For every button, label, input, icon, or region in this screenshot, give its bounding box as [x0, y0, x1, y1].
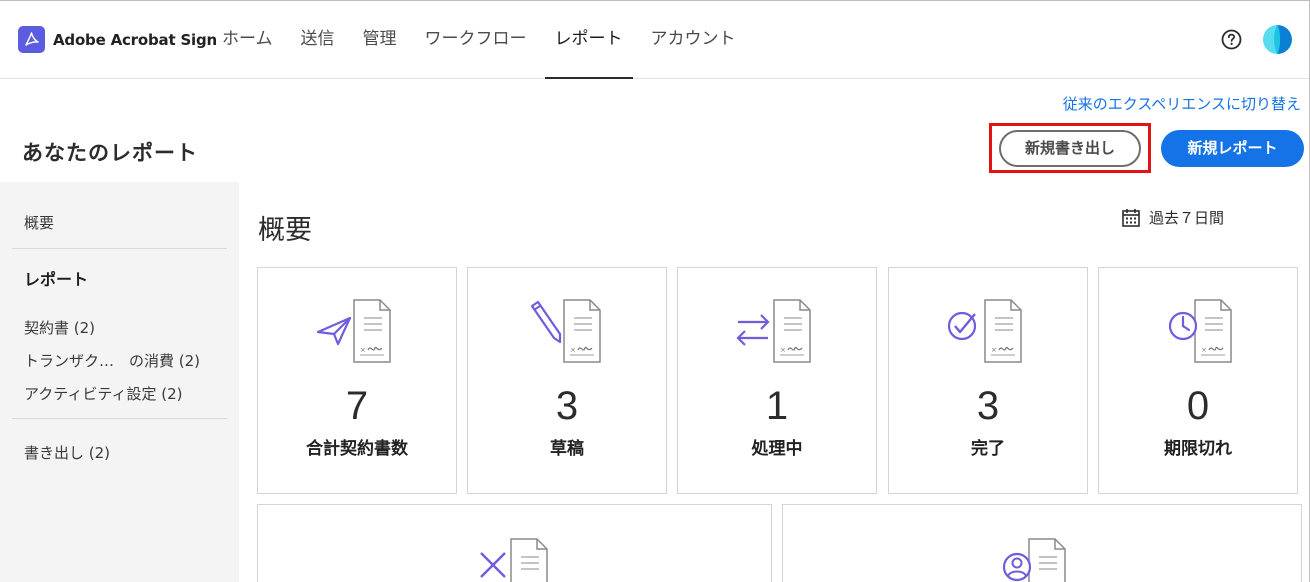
nav-account[interactable]: アカウント — [641, 1, 746, 79]
svg-text:×: × — [360, 346, 366, 354]
card-label: 完了 — [971, 439, 1005, 459]
card-total-agreements[interactable]: × 7 合計契約書数 — [257, 267, 457, 494]
switch-experience-link[interactable]: 従来のエクスペリエンスに切り替え — [1063, 93, 1301, 114]
card-label: 期限切れ — [1164, 439, 1232, 459]
sidebar-item-overview[interactable]: 概要 — [24, 212, 54, 233]
top-bar: Adobe Acrobat Sign ホーム 送信 管理 ワークフロー レポート… — [0, 1, 1309, 79]
nav-send[interactable]: 送信 — [291, 1, 345, 79]
sidebar-item-agreements[interactable]: 契約書 (2) — [24, 317, 95, 338]
card-completed[interactable]: × 3 完了 — [888, 267, 1088, 494]
in-progress-arrows-document-icon: × — [736, 299, 811, 363]
sidebar-item-activity-settings[interactable]: アクティビティ設定 (2) — [24, 383, 182, 404]
main-nav: ホーム 送信 管理 ワークフロー レポート アカウント — [212, 1, 754, 79]
acrobat-logo-icon — [18, 26, 45, 53]
svg-text:×: × — [991, 346, 997, 354]
card-count: 7 — [345, 384, 369, 428]
help-circle-icon[interactable] — [1221, 29, 1242, 50]
card-label: 処理中 — [751, 439, 803, 459]
sidebar-divider — [12, 418, 227, 419]
calendar-icon — [1122, 208, 1140, 227]
date-range-label: 過去７日間 — [1149, 209, 1225, 227]
card-count: 3 — [555, 384, 579, 428]
app-window: Adobe Acrobat Sign ホーム 送信 管理 ワークフロー レポート… — [0, 0, 1310, 582]
nav-reports[interactable]: レポート — [544, 1, 633, 79]
new-report-button[interactable]: 新規レポート — [1161, 130, 1304, 167]
sidebar-item-transaction-consumption[interactable]: トランザク… の消費 (2) — [24, 350, 200, 371]
user-avatar[interactable] — [1263, 25, 1292, 54]
nav-workflow[interactable]: ワークフロー — [415, 1, 537, 79]
main-title: 概要 — [258, 215, 312, 246]
page-title: あなたのレポート — [22, 141, 198, 165]
app-logo[interactable]: Adobe Acrobat Sign — [18, 26, 217, 53]
card-cancelled[interactable] — [257, 504, 772, 582]
app-title: Adobe Acrobat Sign — [53, 30, 218, 49]
new-export-button[interactable]: 新規書き出し — [999, 130, 1141, 167]
sidebar-heading-reports: レポート — [24, 270, 89, 289]
card-drafts[interactable]: × 3 草稿 — [467, 267, 667, 494]
nav-home[interactable]: ホーム — [212, 1, 283, 79]
date-range-selector[interactable]: 過去７日間 — [1121, 207, 1224, 228]
nav-manage[interactable]: 管理 — [353, 1, 407, 79]
draft-pen-document-icon: × — [530, 299, 601, 363]
completed-check-document-icon: × — [947, 299, 1022, 363]
sidebar-item-exports[interactable]: 書き出し (2) — [24, 442, 110, 463]
svg-text:×: × — [780, 346, 786, 354]
sidebar: 概要 レポート 契約書 (2) トランザク… の消費 (2) アクティビティ設定… — [0, 182, 239, 582]
card-user-agreements[interactable] — [782, 504, 1302, 582]
cancelled-x-document-icon — [480, 538, 548, 582]
card-count: 0 — [1186, 384, 1210, 428]
svg-text:×: × — [1201, 346, 1207, 354]
card-count: 1 — [765, 384, 789, 428]
card-count: 3 — [976, 384, 1000, 428]
svg-text:×: × — [570, 346, 576, 354]
card-label: 合計契約書数 — [306, 439, 408, 459]
card-label: 草稿 — [550, 439, 584, 459]
sidebar-divider — [12, 248, 227, 249]
user-document-icon — [1002, 538, 1066, 582]
expired-clock-document-icon: × — [1168, 299, 1232, 363]
card-expired[interactable]: × 0 期限切れ — [1098, 267, 1298, 494]
send-document-icon: × — [316, 299, 391, 363]
card-in-progress[interactable]: × 1 処理中 — [677, 267, 877, 494]
